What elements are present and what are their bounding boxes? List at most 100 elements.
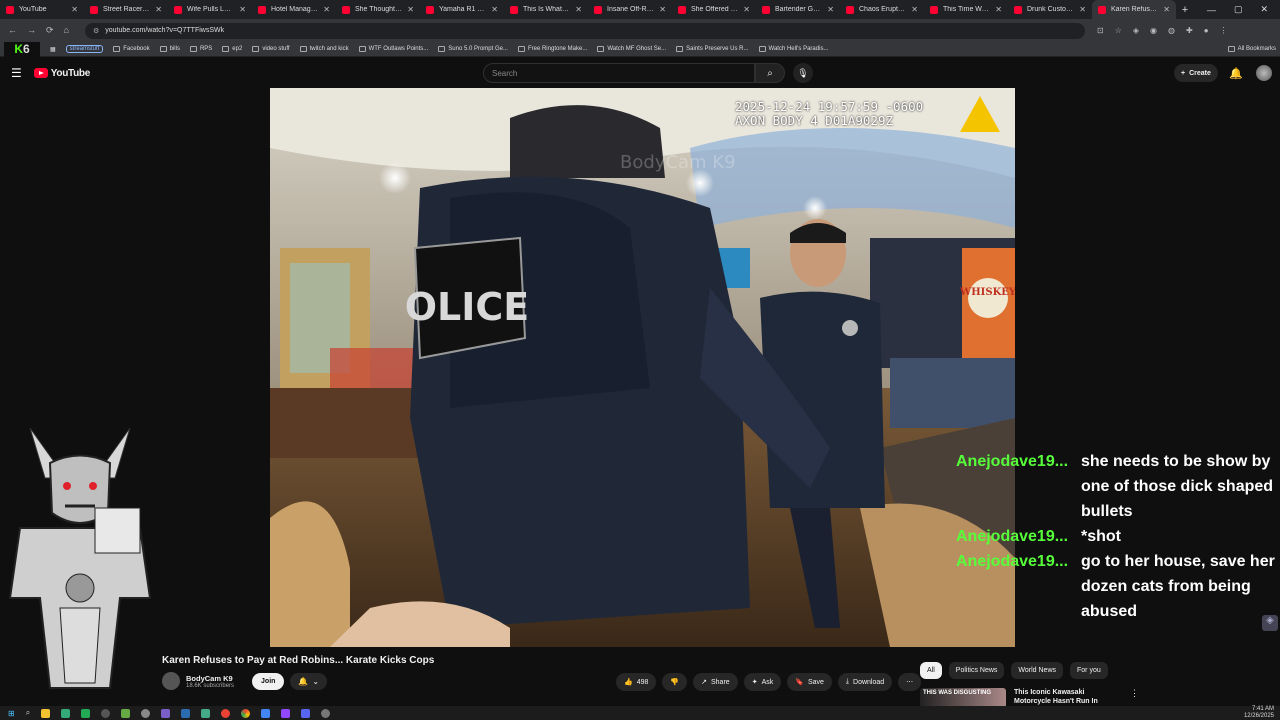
browser-tab[interactable]: This Time Wasn't... ✕ xyxy=(924,0,1008,19)
extension-icon[interactable]: ◉ xyxy=(1150,26,1157,35)
ask-button[interactable]: ✦ Ask xyxy=(743,673,782,691)
taskbar-app-icon[interactable] xyxy=(281,708,291,718)
taskbar-app-icon[interactable] xyxy=(141,708,151,718)
close-tab-icon[interactable]: ✕ xyxy=(659,5,666,14)
home-icon[interactable]: ⌂ xyxy=(64,25,69,36)
bookmark-item[interactable]: WTF Outlaws Points... xyxy=(358,46,428,52)
close-tab-icon[interactable]: ✕ xyxy=(827,5,834,14)
taskbar-app-icon[interactable] xyxy=(181,708,191,718)
extension-icon[interactable]: ◍ xyxy=(1168,26,1175,35)
taskbar-app-icon[interactable] xyxy=(301,708,311,718)
channel-avatar[interactable] xyxy=(162,672,180,690)
browser-tab[interactable]: Karen Refuses... ✕ xyxy=(1092,0,1176,19)
bookmark-item[interactable]: bills xyxy=(159,46,180,52)
close-tab-icon[interactable]: ✕ xyxy=(575,5,582,14)
install-icon[interactable]: ⊡ xyxy=(1097,26,1104,35)
new-tab-icon[interactable]: + xyxy=(1176,4,1194,16)
browser-tab[interactable]: Street Racer Real... ✕ xyxy=(84,0,168,19)
bookmark-item[interactable]: Facebook xyxy=(113,46,150,52)
close-tab-icon[interactable]: ✕ xyxy=(491,5,498,14)
close-window-icon[interactable]: ✕ xyxy=(1260,4,1268,15)
video-player[interactable]: WHISKEY OLICE BodyCam K9 2025-12-24 19:5… xyxy=(270,88,1015,647)
close-tab-icon[interactable]: ✕ xyxy=(71,5,78,14)
taskbar-app-icon[interactable] xyxy=(261,708,271,718)
bookmark-star-icon[interactable]: ☆ xyxy=(1115,26,1122,35)
bookmark-item[interactable]: twitch and kick xyxy=(299,46,349,52)
bookmark-item[interactable]: Saints Preserve Us R... xyxy=(676,46,749,52)
bookmark-item[interactable]: Watch Hell's Paradis... xyxy=(758,46,828,52)
back-icon[interactable]: ← xyxy=(8,25,17,36)
browser-menu-icon[interactable]: ⋮ xyxy=(1220,26,1228,35)
reload-icon[interactable]: ⟳ xyxy=(46,25,54,36)
close-tab-icon[interactable]: ✕ xyxy=(407,5,414,14)
taskbar-app-icon[interactable] xyxy=(161,708,171,718)
subscription-bell-button[interactable]: 🔔 ⌄ xyxy=(290,672,328,690)
save-button[interactable]: 🔖 Save xyxy=(787,673,832,691)
settings-gear-icon[interactable] xyxy=(321,708,331,718)
close-tab-icon[interactable]: ✕ xyxy=(155,5,162,14)
browser-tab[interactable]: She Offered Mon... ✕ xyxy=(672,0,756,19)
url-field[interactable]: ⚙ youtube.com/watch?v=Q7TTFiwsSWk xyxy=(84,22,1085,39)
forward-icon[interactable]: → xyxy=(27,25,36,36)
browser-tab[interactable]: This Is What Happ... ✕ xyxy=(504,0,588,19)
browser-tab[interactable]: Wife Pulls Loaded... ✕ xyxy=(168,0,252,19)
file-explorer-icon[interactable] xyxy=(41,708,51,718)
close-tab-icon[interactable]: ✕ xyxy=(323,5,330,14)
close-tab-icon[interactable]: ✕ xyxy=(743,5,750,14)
download-button[interactable]: ⤓ Download xyxy=(837,673,893,691)
account-avatar[interactable] xyxy=(1256,65,1272,81)
bookmark-item[interactable]: Suno 5.0 Prompt Ge... xyxy=(438,46,508,52)
site-info-icon[interactable]: ⚙ xyxy=(93,27,99,35)
youtube-logo[interactable]: YouTube xyxy=(33,68,90,79)
browser-tab[interactable]: Drunk Customer... ✕ xyxy=(1008,0,1092,19)
filter-chip[interactable]: For you xyxy=(1070,662,1108,679)
bookmark-item[interactable]: ep2 xyxy=(222,46,242,52)
hamburger-menu-icon[interactable]: ☰ xyxy=(11,66,22,80)
system-clock[interactable]: 7:41 AM 12/26/2025 xyxy=(1244,706,1274,720)
browser-tab[interactable]: Chaos Erupts Wh... ✕ xyxy=(840,0,924,19)
close-tab-icon[interactable]: ✕ xyxy=(1079,5,1086,14)
recommended-thumbnail[interactable]: THIS WAS DISGUSTING xyxy=(920,688,1006,708)
browser-tab[interactable]: Yamaha R1 Takes... ✕ xyxy=(420,0,504,19)
all-bookmarks-button[interactable]: All Bookmarks xyxy=(1227,46,1276,52)
filter-chip[interactable]: World News xyxy=(1011,662,1064,679)
taskbar-app-icon[interactable] xyxy=(61,708,71,718)
channel-name[interactable]: BodyCam K9 xyxy=(186,674,234,683)
notifications-bell-icon[interactable]: 🔔 xyxy=(1229,67,1243,80)
join-button[interactable]: Join xyxy=(252,672,285,690)
browser-tab[interactable]: She Thought She... ✕ xyxy=(336,0,420,19)
bookmark-item[interactable]: streamstuff xyxy=(65,45,104,53)
dislike-button[interactable]: 👎 xyxy=(662,673,688,691)
close-tab-icon[interactable]: ✕ xyxy=(1163,5,1170,14)
voice-search-button[interactable]: 🎙 xyxy=(793,63,813,83)
close-tab-icon[interactable]: ✕ xyxy=(995,5,1002,14)
browser-tab[interactable]: Hotel Manager Ca... ✕ xyxy=(252,0,336,19)
more-actions-button[interactable]: ⋯ xyxy=(898,673,922,691)
profile-icon[interactable]: ● xyxy=(1204,26,1209,35)
taskbar-app-icon[interactable] xyxy=(121,708,131,718)
taskbar-search-icon[interactable]: ⌕ xyxy=(26,708,30,718)
search-button[interactable]: ⌕ xyxy=(755,63,785,83)
extensions-puzzle-icon[interactable]: ✚ xyxy=(1186,26,1193,35)
minimize-icon[interactable]: — xyxy=(1207,5,1216,15)
windows-start-icon[interactable]: ⊞ xyxy=(8,709,15,718)
search-input[interactable]: Search xyxy=(483,63,755,83)
browser-tab[interactable]: YouTube ✕ xyxy=(0,0,84,19)
bookmark-item[interactable]: RPS xyxy=(189,46,212,52)
like-button[interactable]: 👍 498 xyxy=(616,673,657,691)
browser-tab[interactable]: Insane Off-Road ... ✕ xyxy=(588,0,672,19)
bookmark-item[interactable]: video stuff xyxy=(252,46,290,52)
share-button[interactable]: ↗ Share xyxy=(693,673,738,691)
close-tab-icon[interactable]: ✕ xyxy=(911,5,918,14)
filter-chip[interactable]: All xyxy=(920,662,942,679)
bookmark-item[interactable]: Free Ringtone Make... xyxy=(517,46,587,52)
taskbar-app-icon[interactable] xyxy=(201,708,211,718)
close-tab-icon[interactable]: ✕ xyxy=(239,5,246,14)
apps-grid-icon[interactable]: ▦ xyxy=(50,46,56,53)
extension-icon[interactable]: ◈ xyxy=(1133,26,1139,35)
browser-tab[interactable]: Bartender Gets 2... ✕ xyxy=(756,0,840,19)
taskbar-app-icon[interactable] xyxy=(221,708,231,718)
filter-chip[interactable]: Politics News xyxy=(948,662,1005,679)
maximize-icon[interactable]: ▢ xyxy=(1234,4,1243,15)
bookmark-item[interactable]: Watch MF Ghost Se... xyxy=(597,46,666,52)
